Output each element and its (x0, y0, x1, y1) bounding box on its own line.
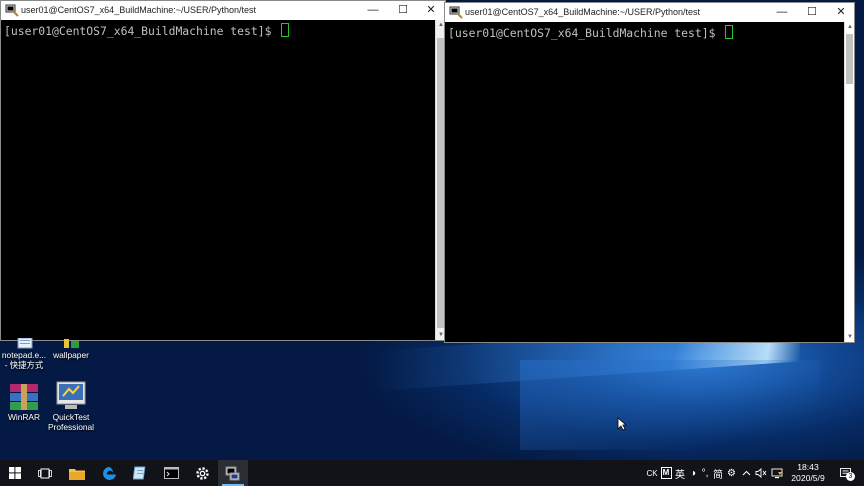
windows-start-icon (9, 467, 21, 479)
scroll-down-arrow[interactable]: ▼ (845, 332, 855, 342)
winrar-icon (10, 384, 38, 410)
taskbar-notepad[interactable] (125, 460, 155, 486)
maximize-button[interactable]: ☐ (388, 1, 418, 20)
desktop-icon-label: QuickTest (52, 412, 90, 422)
system-clock[interactable]: 18:43 2020/5/9 (784, 462, 832, 484)
taskbar: CK M 英 ◑ °, 简 ⚙ 18:43 2020/5/9 3 (0, 460, 864, 486)
shell-prompt: [user01@CentOS7_x64_BuildMachine test]$ (4, 23, 290, 38)
taskbar-putty[interactable] (218, 460, 248, 486)
window-titlebar[interactable]: user01@CentOS7_x64_BuildMachine:~/USER/P… (1, 1, 445, 20)
notepad-icon (133, 466, 146, 480)
putty-icon (5, 4, 19, 17)
input-language-indicator[interactable]: CK (644, 460, 660, 486)
ime-settings-icon[interactable]: ⚙ (725, 460, 738, 486)
ime-punctuation-icon[interactable]: °, (699, 460, 711, 486)
terminal-window-right[interactable]: user01@CentOS7_x64_BuildMachine:~/USER/P… (444, 2, 855, 343)
minimize-button[interactable]: — (767, 3, 797, 22)
desktop-icon-label: Professional (47, 422, 95, 432)
desktop-icon-label: wallpaper (53, 350, 89, 360)
notification-count-badge: 3 (846, 471, 855, 481)
taskbar-file-explorer[interactable] (62, 460, 92, 486)
network-icon[interactable] (770, 460, 784, 486)
desktop-icon-notepad[interactable]: notepad.e... - 快捷方式 (0, 338, 50, 370)
ime-m-icon[interactable]: M (660, 460, 672, 486)
window-titlebar[interactable]: user01@CentOS7_x64_BuildMachine:~/USER/P… (445, 3, 854, 22)
show-hidden-icons-chevron-up-icon[interactable] (740, 460, 752, 486)
task-view-icon (38, 468, 52, 478)
text-cursor (281, 23, 290, 37)
window-title: user01@CentOS7_x64_BuildMachine:~/USER/P… (465, 7, 701, 17)
scroll-up-arrow[interactable]: ▲ (845, 22, 855, 32)
scrollbar-thumb[interactable] (846, 34, 853, 84)
edge-icon (102, 466, 116, 480)
taskbar-settings[interactable] (187, 460, 217, 486)
desktop-icon-label: - 快捷方式 (4, 360, 44, 370)
clock-time: 18:43 (797, 462, 819, 472)
ime-script-mode[interactable]: 简 (711, 460, 725, 486)
action-center-button[interactable]: 3 (834, 460, 858, 486)
taskbar-edge[interactable] (94, 460, 124, 486)
desktop-icon-label: notepad.e... (1, 350, 47, 360)
ime-halfwidth-icon[interactable]: ◑ (687, 460, 699, 486)
desktop-icon-quicktest[interactable]: QuickTest Professional (45, 380, 97, 432)
desktop-icon-winrar[interactable]: WinRAR (0, 382, 50, 422)
file-explorer-icon (69, 468, 85, 480)
terminal-area[interactable]: [user01@CentOS7_x64_BuildMachine test]$ (1, 20, 435, 340)
window-title: user01@CentOS7_x64_BuildMachine:~/USER/P… (21, 5, 257, 15)
putty-icon (225, 466, 240, 481)
taskbar-terminal[interactable] (156, 460, 186, 486)
vertical-scrollbar[interactable]: ▲ ▼ (844, 22, 854, 342)
terminal-icon (163, 467, 179, 479)
wallpaper-icon (64, 339, 79, 348)
desktop-icon-label: WinRAR (7, 412, 41, 422)
scrollbar-thumb[interactable] (437, 38, 444, 328)
putty-icon (449, 6, 463, 19)
desktop-icon-wallpaper[interactable]: wallpaper (45, 338, 97, 360)
close-button[interactable]: ✕ (826, 3, 856, 22)
notepad-shortcut-icon (17, 338, 33, 349)
text-cursor (725, 25, 734, 39)
start-button[interactable] (0, 460, 30, 486)
shell-prompt: [user01@CentOS7_x64_BuildMachine test]$ (448, 25, 734, 40)
mouse-pointer-icon (617, 417, 627, 431)
settings-icon (195, 466, 209, 480)
minimize-button[interactable]: — (358, 1, 388, 20)
wallpaper-glow (520, 360, 820, 450)
terminal-area[interactable]: [user01@CentOS7_x64_BuildMachine test]$ (445, 22, 844, 342)
quicktest-icon (56, 381, 86, 409)
maximize-button[interactable]: ☐ (797, 3, 827, 22)
task-view-button[interactable] (30, 460, 60, 486)
close-button[interactable]: ✕ (416, 1, 446, 20)
volume-muted-icon[interactable] (754, 460, 768, 486)
terminal-window-left[interactable]: user01@CentOS7_x64_BuildMachine:~/USER/P… (0, 0, 446, 341)
clock-date: 2020/5/9 (791, 473, 825, 483)
ime-language-mode[interactable]: 英 (673, 460, 687, 486)
